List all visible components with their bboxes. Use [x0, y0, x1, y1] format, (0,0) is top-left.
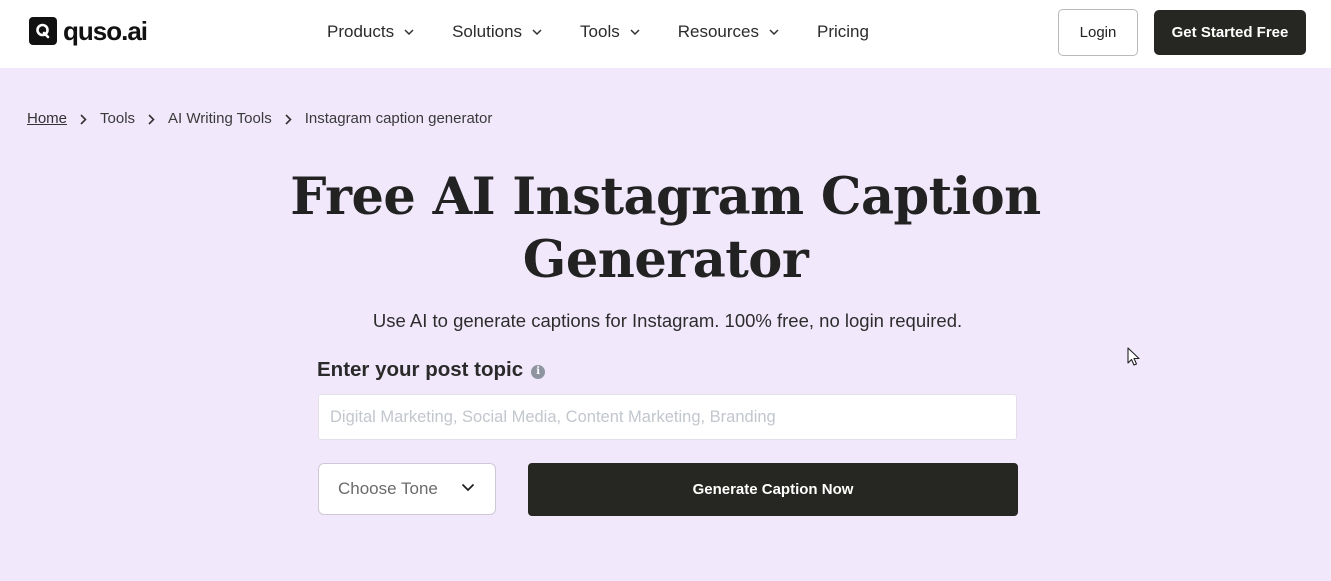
chevron-right-icon: [148, 113, 155, 125]
title-line-2: Generator: [522, 230, 809, 290]
breadcrumb-ai-writing-tools[interactable]: AI Writing Tools: [168, 109, 272, 129]
page-subtitle: Use AI to generate captions for Instagra…: [372, 310, 963, 331]
nav-label: Tools: [580, 22, 620, 41]
chevron-right-icon: [285, 113, 292, 125]
breadcrumb-home[interactable]: Home: [27, 109, 67, 129]
logo-mark-icon: [29, 17, 57, 45]
nav-solutions[interactable]: Solutions: [452, 20, 542, 44]
login-button[interactable]: Login: [1058, 9, 1138, 56]
topic-label-row: Enter your post topic i: [317, 358, 546, 382]
nav-products[interactable]: Products: [327, 20, 414, 44]
title-line-1: Free AI Instagram Caption: [290, 167, 1041, 227]
tone-selected-value: Choose Tone: [338, 479, 438, 498]
generate-caption-button[interactable]: Generate Caption Now: [528, 463, 1018, 516]
breadcrumb-current: Instagram caption generator: [304, 110, 493, 127]
get-started-button[interactable]: Get Started Free: [1154, 10, 1306, 55]
chevron-right-icon: [80, 113, 87, 125]
mouse-cursor-icon: [1127, 347, 1141, 372]
site-header: quso.ai Products Solutions Tools Resourc…: [0, 0, 1331, 68]
chevron-down-icon: [532, 29, 542, 35]
breadcrumb-tools[interactable]: Tools: [100, 109, 135, 129]
topic-label: Enter your post topic: [317, 358, 524, 381]
chevron-down-icon: [769, 29, 779, 35]
breadcrumb: Home Tools AI Writing Tools Instagram ca…: [27, 109, 492, 129]
nav-tools[interactable]: Tools: [580, 20, 640, 44]
logo-text: quso.ai: [63, 16, 148, 46]
nav-label: Solutions: [452, 22, 523, 41]
chevron-down-icon: [630, 29, 640, 35]
page-title: Free AI Instagram Caption Generator: [0, 166, 1331, 292]
main-nav: Products Solutions Tools Resources Prici…: [327, 20, 869, 44]
chevron-down-icon: [404, 29, 414, 35]
tone-select[interactable]: Choose Tone: [318, 463, 496, 515]
info-icon[interactable]: i: [531, 364, 546, 379]
chevron-down-icon: [461, 483, 475, 492]
nav-resources[interactable]: Resources: [678, 20, 779, 44]
nav-label: Pricing: [816, 22, 869, 41]
topic-input[interactable]: [318, 394, 1017, 440]
nav-label: Products: [327, 22, 395, 41]
nav-pricing[interactable]: Pricing: [817, 20, 869, 44]
nav-label: Resources: [677, 22, 759, 41]
logo[interactable]: quso.ai: [29, 16, 148, 46]
